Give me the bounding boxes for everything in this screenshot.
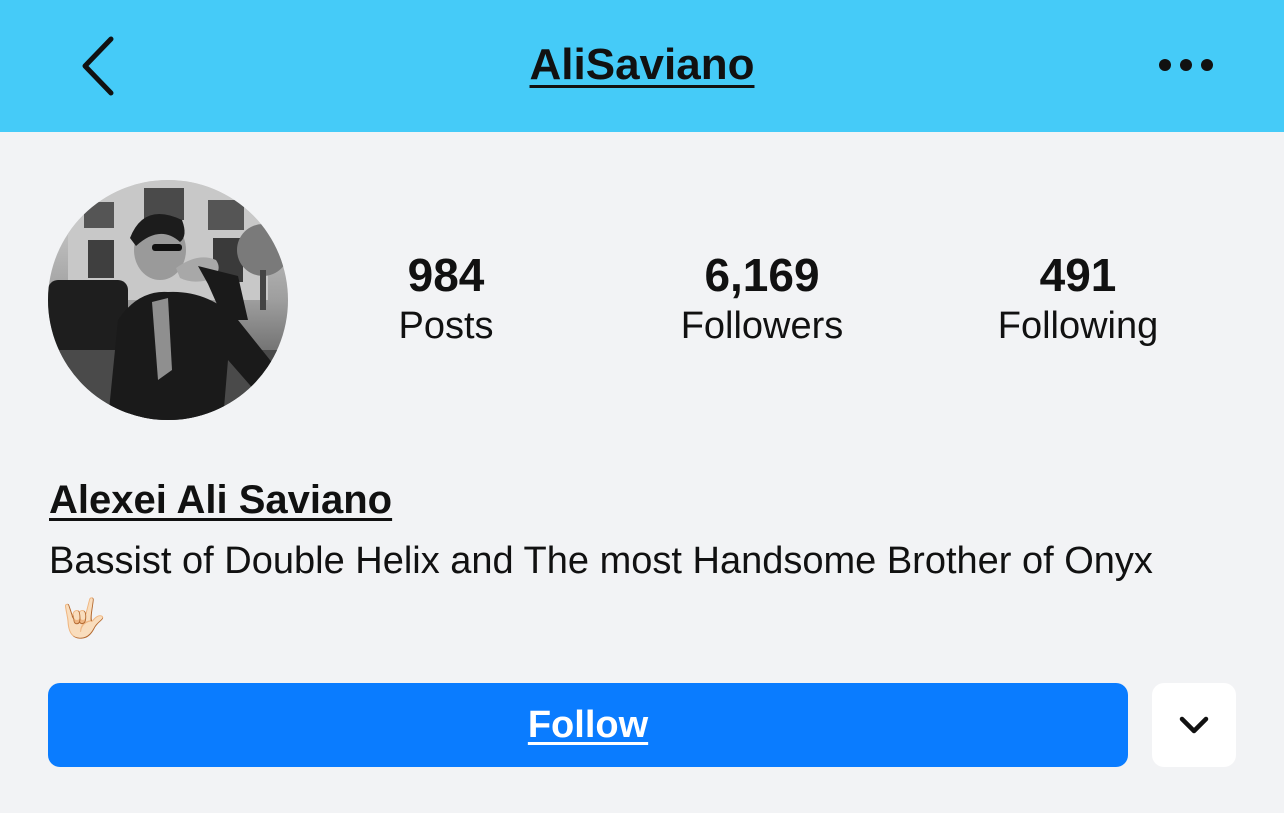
bio-body: Bassist of Double Helix and The most Han… [49, 540, 1153, 582]
rock-on-hand-icon: 🤟🏻 [59, 598, 107, 640]
chevron-down-icon [1179, 716, 1209, 734]
profile-photo [48, 180, 288, 420]
followers-stat[interactable]: 6,169 Followers [642, 248, 882, 350]
more-horizontal-icon [1159, 59, 1213, 71]
page-title: AliSaviano [0, 40, 1284, 90]
suggested-accounts-dropdown-button[interactable] [1152, 683, 1236, 767]
follow-button[interactable]: Follow [48, 683, 1128, 767]
posts-count: 984 [407, 249, 485, 301]
following-count: 491 [1039, 249, 1117, 301]
bio-text: Bassist of Double Helix and The most Han… [49, 536, 1169, 644]
follow-label: Follow [527, 703, 649, 746]
followers-count: 6,169 [704, 249, 820, 301]
display-name[interactable]: Alexei Ali Saviano [49, 478, 392, 523]
back-button[interactable] [62, 26, 132, 106]
posts-label: Posts [398, 305, 494, 347]
top-bar: AliSaviano [0, 0, 1284, 132]
posts-stat[interactable]: 984 Posts [326, 248, 566, 350]
username-link[interactable]: AliSaviano [530, 40, 755, 89]
chevron-left-icon [82, 36, 114, 96]
more-options-button[interactable] [1148, 40, 1224, 90]
profile-page: AliSaviano 984 Posts 6,169 Followers 491… [0, 0, 1284, 813]
following-stat[interactable]: 491 Following [958, 248, 1198, 350]
followers-label: Followers [680, 305, 844, 347]
avatar[interactable] [48, 180, 288, 420]
following-label: Following [997, 305, 1159, 347]
